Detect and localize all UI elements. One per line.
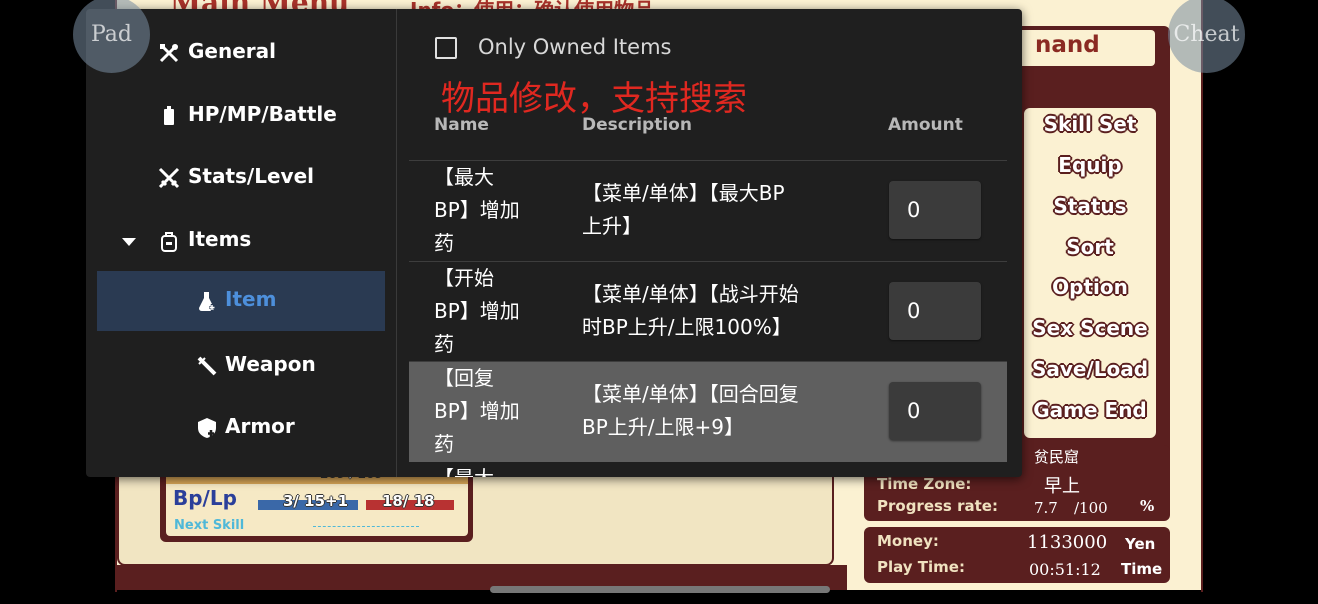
nav-item-armor[interactable]: Armor bbox=[86, 398, 386, 458]
item-content: Only Owned Items 物品修改，支持搜索 Name Descript… bbox=[397, 9, 1022, 477]
location-name: 贫民窟 bbox=[1034, 448, 1080, 466]
cheat-button[interactable]: Cheat bbox=[1168, 0, 1245, 73]
playtime-unit: Time bbox=[1121, 560, 1163, 578]
item-desc-line: BP上升/上限+9】 bbox=[582, 415, 745, 439]
cheat-dialog: General HP/MP/Battle Stats/Level Items I… bbox=[86, 9, 1022, 477]
crossed-swords-icon bbox=[158, 167, 180, 189]
nav-item-item[interactable]: Item bbox=[97, 271, 385, 331]
item-name-line: BP】增加 bbox=[434, 198, 520, 222]
command-title: nand bbox=[1035, 32, 1100, 58]
playtime-value: 00:51:12 bbox=[1029, 560, 1101, 579]
item-name: 【开始 BP】增加 药 bbox=[434, 262, 554, 361]
battery-icon bbox=[158, 105, 180, 127]
nav-item-label: Armor bbox=[225, 414, 295, 438]
only-owned-label[interactable]: Only Owned Items bbox=[478, 35, 671, 59]
nav-item-label: Weapon bbox=[225, 352, 316, 376]
command-save-load[interactable]: Save/Load bbox=[1024, 357, 1156, 381]
item-name-line: 【最大 bbox=[434, 462, 554, 477]
command-option[interactable]: Option bbox=[1024, 275, 1156, 299]
lp-value: 18/ 18 bbox=[382, 492, 435, 510]
sword-icon bbox=[196, 355, 218, 377]
progress-unit: % bbox=[1140, 497, 1155, 515]
item-name-line: 药 bbox=[434, 231, 454, 255]
amount-value: 0 bbox=[907, 299, 921, 323]
item-name-line: BP】增加 bbox=[434, 299, 520, 323]
command-title-box: nand bbox=[1015, 30, 1155, 66]
tools-icon bbox=[158, 42, 180, 64]
chevron-down-icon[interactable] bbox=[118, 230, 140, 252]
item-name-line: 药 bbox=[434, 432, 454, 456]
table-row[interactable]: 【开始 BP】增加 药 【菜单/单体】【战斗开始 时BP上升/上限100%】 0 bbox=[409, 262, 1007, 362]
next-skill-label: Next Skill bbox=[174, 518, 245, 533]
only-owned-checkbox[interactable] bbox=[435, 37, 457, 59]
nav-item-label: Stats/Level bbox=[188, 164, 314, 188]
nav-item-stats-level[interactable]: Stats/Level bbox=[86, 148, 386, 208]
money-value: 1133000 bbox=[1027, 532, 1108, 553]
money-unit: Yen bbox=[1125, 535, 1156, 553]
amount-value: 0 bbox=[907, 399, 921, 423]
item-name: 【回复 BP】增加 药 bbox=[434, 362, 554, 461]
command-sort[interactable]: Sort bbox=[1024, 235, 1156, 259]
amount-value: 0 bbox=[907, 198, 921, 222]
nav-item-items[interactable]: Items bbox=[86, 211, 386, 271]
amount-input[interactable]: 0 bbox=[889, 181, 981, 239]
progress-max: /100 bbox=[1074, 499, 1108, 517]
progress-value: 7.7 bbox=[1034, 499, 1058, 517]
nav-item-label: HP/MP/Battle bbox=[188, 102, 337, 126]
item-desc-line: 上升】 bbox=[582, 214, 642, 238]
amount-input[interactable]: 0 bbox=[889, 382, 981, 440]
money-panel: Money: 1133000 Yen Play Time: 00:51:12 T… bbox=[864, 527, 1170, 583]
time-zone-value: 早上 bbox=[1044, 476, 1080, 497]
backpack-icon bbox=[158, 230, 180, 252]
annotation-text: 物品修改，支持搜索 bbox=[441, 79, 747, 119]
shield-icon bbox=[196, 417, 218, 439]
item-desc-line: 时BP上升/上限100%】 bbox=[582, 315, 792, 339]
item-desc-line: 【菜单/单体】【战斗开始 bbox=[582, 282, 799, 306]
progress-label: Progress rate: bbox=[877, 497, 998, 515]
scroll-indicator bbox=[490, 586, 830, 593]
command-game-end[interactable]: Game End bbox=[1024, 398, 1156, 422]
item-name-line: 【回复 bbox=[434, 366, 494, 390]
potion-icon bbox=[196, 290, 218, 312]
cheat-nav: General HP/MP/Battle Stats/Level Items I… bbox=[86, 9, 396, 477]
bp-lp-label: Bp/Lp bbox=[173, 486, 237, 510]
command-sex-scene[interactable]: Sex Scene bbox=[1024, 316, 1156, 340]
command-equip[interactable]: Equip bbox=[1024, 153, 1156, 177]
money-label: Money: bbox=[877, 532, 939, 550]
header-amount: Amount bbox=[888, 115, 963, 135]
table-row[interactable]: 【回复 BP】增加 药 【菜单/单体】【回合回复 BP上升/上限+9】 0 bbox=[409, 362, 1007, 462]
time-zone-label: Time Zone: bbox=[877, 475, 972, 493]
header-description: Description bbox=[582, 115, 692, 135]
item-name: 【最大 BP】增加 药 bbox=[434, 161, 554, 260]
command-list: Skill Set Equip Status Sort Option Sex S… bbox=[1024, 108, 1156, 438]
nav-item-weapon[interactable]: Weapon bbox=[86, 336, 386, 396]
nav-item-label: Items bbox=[188, 227, 252, 251]
item-desc-line: 【菜单/单体】【回合回复 bbox=[582, 382, 799, 406]
item-name-line: 【最大 bbox=[434, 165, 494, 189]
item-description: 【菜单/单体】【战斗开始 时BP上升/上限100%】 bbox=[582, 278, 852, 344]
nav-item-label: Item bbox=[225, 287, 277, 311]
item-name-line: 药 bbox=[434, 332, 454, 356]
playtime-label: Play Time: bbox=[877, 558, 965, 576]
nav-item-hp-mp-battle[interactable]: HP/MP/Battle bbox=[86, 86, 386, 146]
item-desc-line: 【菜单/单体】【最大BP bbox=[582, 181, 785, 205]
next-skill-line bbox=[313, 526, 419, 527]
table-row[interactable]: 【最大 BP】增加 药 【菜单/单体】【最大BP 上升】 0 bbox=[409, 161, 1007, 261]
amount-input[interactable]: 0 bbox=[889, 282, 981, 340]
item-description: 【菜单/单体】【回合回复 BP上升/上限+9】 bbox=[582, 378, 852, 444]
item-name-line: 【开始 bbox=[434, 266, 494, 290]
table-row[interactable]: 【最大 bbox=[409, 462, 1007, 477]
item-name-line: BP】增加 bbox=[434, 399, 520, 423]
item-description: 【菜单/单体】【最大BP 上升】 bbox=[582, 177, 852, 243]
bp-value: 3/ 15+1 bbox=[283, 492, 349, 510]
header-name: Name bbox=[434, 115, 489, 135]
item-name: 【最大 bbox=[434, 462, 554, 477]
nav-item-label: General bbox=[188, 39, 276, 63]
command-skill-set[interactable]: Skill Set bbox=[1024, 112, 1156, 136]
command-status[interactable]: Status bbox=[1024, 194, 1156, 218]
